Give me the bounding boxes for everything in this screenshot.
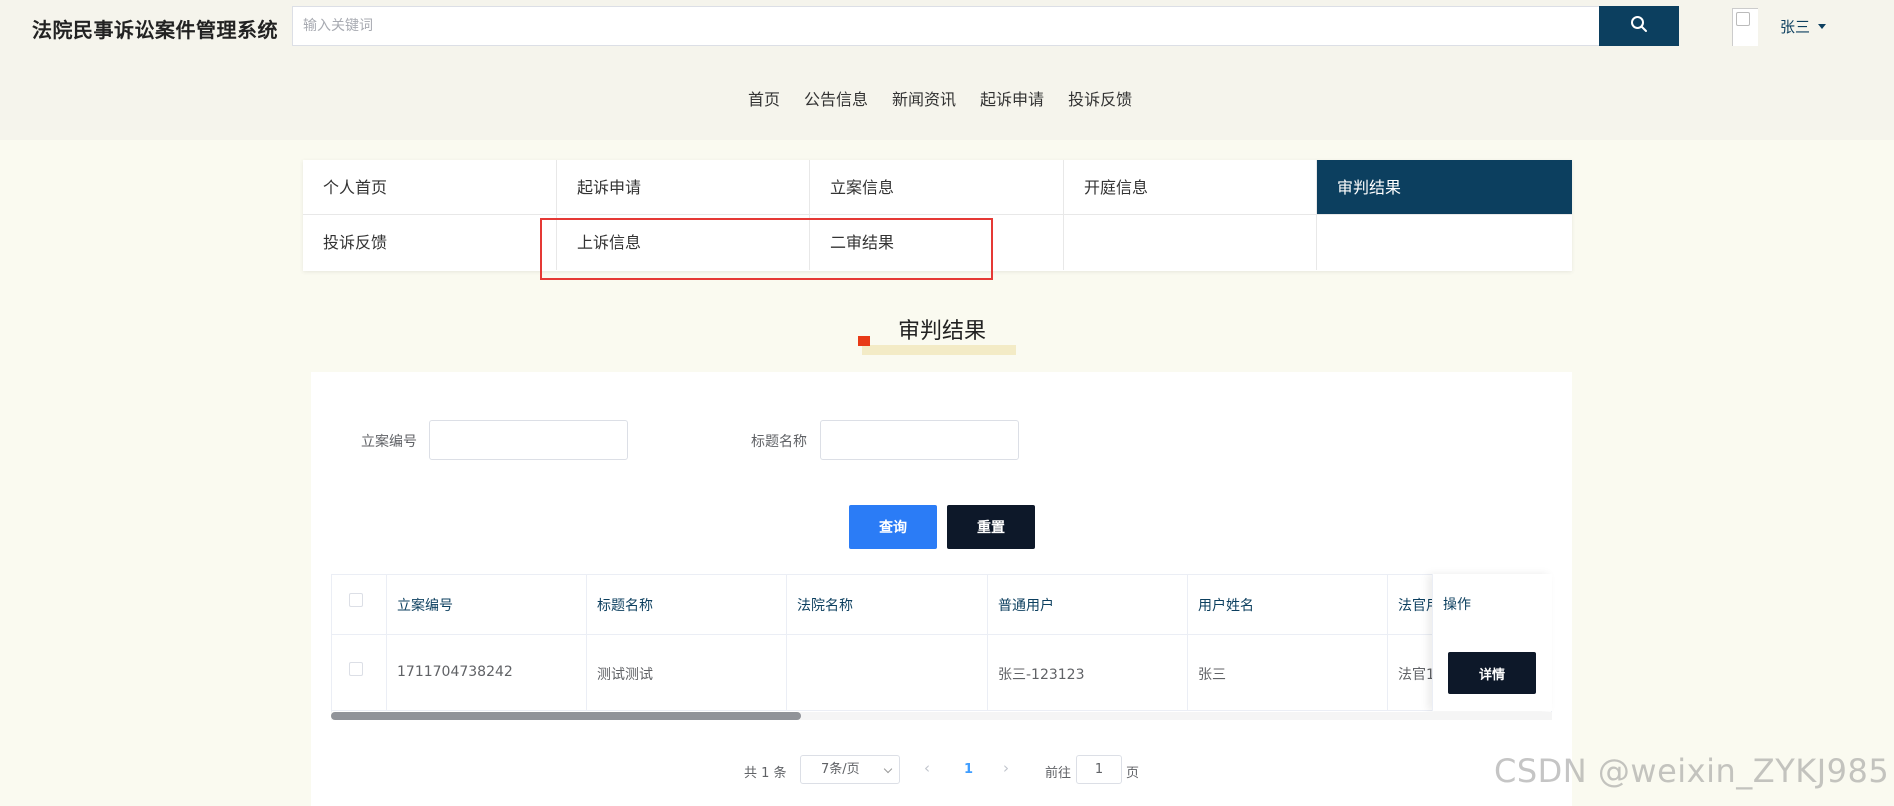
case-no-label: 立案编号 (361, 434, 417, 450)
menu-personal-home[interactable]: 个人首页 (303, 160, 557, 215)
nav-item-feedback[interactable]: 投诉反馈 (1056, 86, 1144, 110)
th-title[interactable]: 标题名称 (587, 595, 653, 615)
th-user-name[interactable]: 用户姓名 (1188, 595, 1254, 615)
nav-item-news[interactable]: 新闻资讯 (880, 86, 968, 110)
avatar[interactable] (1732, 8, 1758, 46)
search-box (292, 6, 1601, 46)
menu-filing-info[interactable]: 立案信息 (810, 160, 1064, 215)
title-label: 标题名称 (751, 434, 807, 450)
nav-item-lawsuit[interactable]: 起诉申请 (968, 86, 1056, 110)
pager-total: 共 1 条 (744, 766, 787, 781)
th-action: 操作 (1443, 597, 1471, 613)
highlight-box (540, 218, 993, 280)
row-divider (332, 710, 1551, 711)
next-page-icon[interactable]: › (1003, 759, 1009, 777)
nav-item-announcements[interactable]: 公告信息 (792, 86, 880, 110)
caret-down-icon[interactable] (1818, 24, 1826, 29)
header-divider (332, 634, 1551, 635)
query-button[interactable]: 查询 (849, 505, 937, 549)
th-user[interactable]: 普通用户 (988, 595, 1054, 615)
watermark: CSDN @weixin_ZYKJ985 (1494, 752, 1890, 790)
page-size-select[interactable]: 7条/页 (800, 755, 900, 784)
cell-title: 测试测试 (597, 667, 653, 683)
cell-user-name: 张三 (1198, 667, 1226, 683)
search-input[interactable] (293, 7, 1601, 45)
cell-user: 张三-123123 (998, 667, 1085, 683)
section-title: 审判结果 (898, 319, 987, 344)
page-size-value: 7条/页 (821, 762, 860, 777)
menu-complaint[interactable]: 投诉反馈 (303, 215, 557, 270)
goto-page-input[interactable] (1076, 755, 1122, 784)
menu-lawsuit[interactable]: 起诉申请 (557, 160, 810, 215)
search-button[interactable] (1599, 6, 1679, 46)
case-no-input[interactable] (429, 420, 628, 460)
menu-judgment-result[interactable]: 审判结果 (1317, 160, 1572, 215)
title-underline (862, 345, 1016, 355)
results-table: 立案编号 标题名称 法院名称 普通用户 用户姓名 法官用 17117047382… (331, 574, 1552, 719)
row-checkbox[interactable] (349, 662, 363, 676)
chevron-down-icon (883, 764, 893, 774)
goto-label: 前往 (1045, 766, 1072, 781)
detail-button[interactable]: 详情 (1448, 652, 1536, 694)
cell-judge: 法官1 (1398, 667, 1435, 683)
th-court[interactable]: 法院名称 (787, 595, 853, 615)
cell-case-no: 1711704738242 (397, 664, 513, 680)
horizontal-scrollbar-thumb[interactable] (331, 712, 801, 720)
top-nav: 首页 公告信息 新闻资讯 起诉申请 投诉反馈 (736, 86, 1144, 110)
title-input[interactable] (820, 420, 1019, 460)
reset-button[interactable]: 重置 (947, 505, 1035, 549)
nav-item-home[interactable]: 首页 (736, 86, 792, 110)
user-name[interactable]: 张三 (1780, 16, 1810, 37)
title-marker (858, 336, 870, 346)
app-title: 法院民事诉讼案件管理系统 (32, 18, 278, 42)
th-case-no[interactable]: 立案编号 (387, 595, 453, 615)
search-icon (1630, 15, 1648, 37)
menu-empty-cell (1064, 215, 1317, 270)
page-number-current[interactable]: 1 (964, 762, 973, 777)
page-suffix: 页 (1126, 766, 1140, 781)
prev-page-icon[interactable]: ‹ (924, 759, 930, 777)
header: 法院民事诉讼案件管理系统 张三 首页 公告信息 新闻资讯 起诉申请 投诉反馈 (0, 0, 1894, 140)
menu-hearing-info[interactable]: 开庭信息 (1064, 160, 1317, 215)
select-all-checkbox[interactable] (349, 593, 363, 607)
